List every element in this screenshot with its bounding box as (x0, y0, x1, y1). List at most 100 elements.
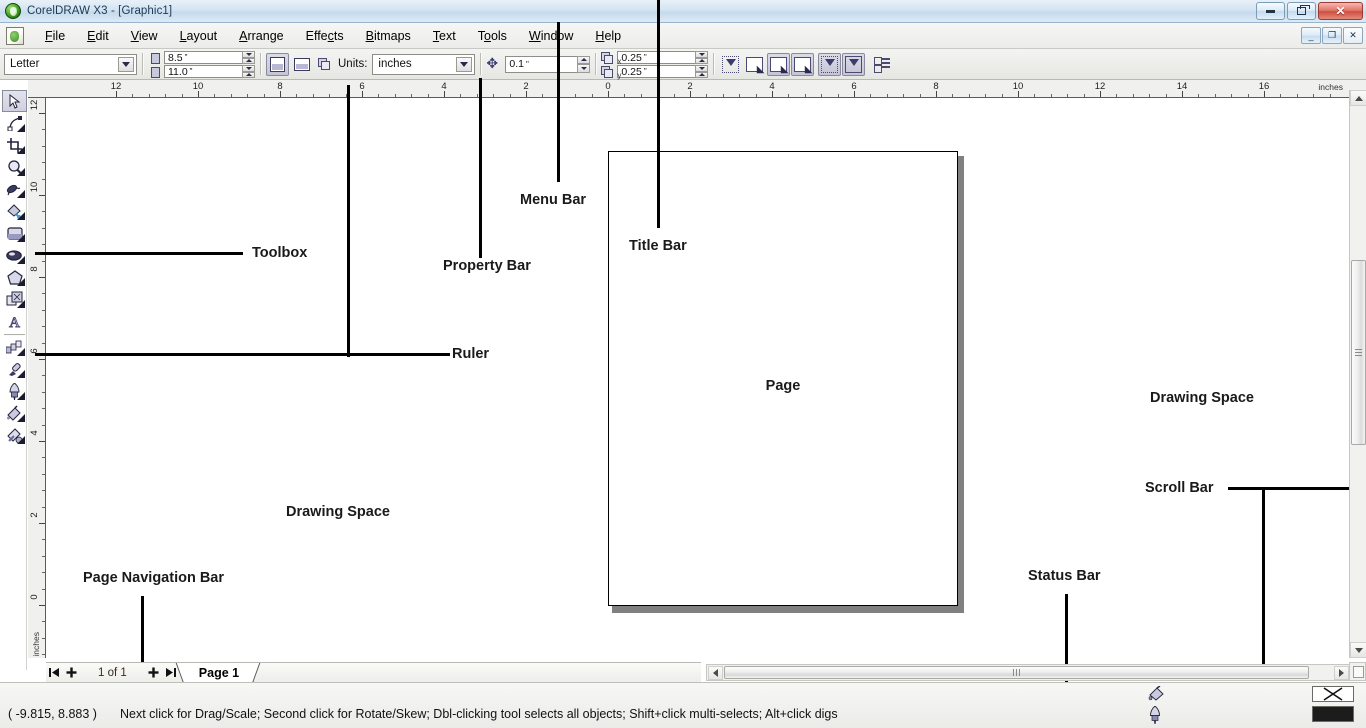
vertical-scroll-bar[interactable] (1349, 90, 1366, 658)
vertical-ruler[interactable]: inches 12 10 8 6 4 2 0 (28, 98, 46, 658)
flyout-arrow-icon[interactable] (17, 234, 25, 242)
flyout-arrow-icon[interactable] (17, 124, 25, 132)
menu-item-help[interactable]: Help (584, 26, 632, 46)
scroll-right-arrow[interactable] (1334, 666, 1349, 680)
flyout-arrow-icon[interactable] (17, 436, 25, 444)
menu-item-tools[interactable]: Tools (467, 26, 518, 46)
horizontal-scroll-thumb[interactable] (724, 666, 1309, 679)
scroll-left-arrow[interactable] (708, 666, 723, 680)
snap-to-objects-button[interactable] (767, 52, 791, 76)
add-page-before-button[interactable] (63, 664, 80, 682)
drawing-space[interactable]: Page (46, 98, 1342, 658)
page-setup-button[interactable] (314, 53, 337, 76)
freehand-tool[interactable] (2, 178, 27, 200)
flyout-arrow-icon[interactable] (17, 146, 25, 154)
horizontal-ruler-minor-tick (476, 94, 478, 97)
mdi-restore-button[interactable]: ❐ (1322, 27, 1342, 44)
basic-shapes-tool[interactable] (2, 288, 27, 310)
fill-color-swatch[interactable] (1312, 686, 1354, 702)
flyout-arrow-icon[interactable] (17, 212, 25, 220)
flyout-arrow-icon[interactable] (17, 190, 25, 198)
fill-bucket-icon[interactable] (1148, 685, 1166, 702)
page-tab-page-1[interactable]: Page 1 (182, 662, 254, 683)
close-button[interactable]: ✕ (1318, 2, 1363, 20)
paper-type-combo[interactable]: Letter (4, 53, 137, 75)
blend-tool[interactable] (2, 336, 27, 358)
page-height-icon (148, 66, 161, 78)
units-combo[interactable]: inches (372, 53, 476, 75)
horizontal-ruler-minor-tick (1280, 94, 1282, 97)
nudge-offset-stepper[interactable] (577, 55, 591, 73)
duplicate-x-stepper[interactable] (695, 51, 709, 64)
pick-tool[interactable] (2, 90, 27, 112)
menu-item-bitmaps[interactable]: Bitmaps (355, 26, 422, 46)
shape-tool[interactable] (2, 112, 27, 134)
menu-item-layout[interactable]: Layout (169, 26, 229, 46)
crop-tool[interactable] (2, 134, 27, 156)
text-tool[interactable]: A (2, 310, 27, 332)
interactive-fill-tool[interactable] (2, 424, 27, 446)
dynamic-guides-button[interactable] (791, 52, 815, 76)
add-page-after-button[interactable] (145, 664, 162, 682)
eyedropper-tool[interactable] (2, 358, 27, 380)
flyout-arrow-icon[interactable] (17, 414, 25, 422)
minimize-button[interactable] (1256, 2, 1285, 20)
menu-item-window[interactable]: Window (518, 26, 584, 46)
menu-item-file[interactable]: File (34, 26, 76, 46)
landscape-button[interactable] (290, 53, 313, 76)
page-width-input[interactable]: 8.5 " (164, 51, 242, 64)
snap-to-grid-button[interactable] (719, 53, 742, 76)
outline-tool[interactable] (2, 380, 27, 402)
treat-as-filled-button[interactable] (818, 52, 842, 76)
flyout-arrow-icon[interactable] (17, 278, 25, 286)
rectangle-tool[interactable] (2, 222, 27, 244)
menu-item-text[interactable]: Text (422, 26, 467, 46)
horizontal-ruler-minor-tick (1296, 94, 1298, 97)
outline-color-swatch[interactable] (1312, 706, 1354, 722)
horizontal-ruler-minor-tick (296, 94, 298, 97)
first-page-button[interactable] (46, 664, 63, 682)
polygon-tool[interactable] (2, 266, 27, 288)
vertical-scroll-thumb[interactable] (1351, 260, 1366, 445)
duplicate-y-stepper[interactable] (695, 65, 709, 78)
options-button[interactable] (870, 53, 893, 76)
marquee-select-button[interactable] (842, 52, 866, 76)
chevron-down-icon[interactable] (456, 56, 473, 72)
page-height-stepper[interactable] (242, 65, 255, 78)
horizontal-ruler-major-tick (116, 91, 117, 97)
duplicate-x-input[interactable]: 0.25 " (617, 51, 696, 64)
mdi-close-button[interactable]: ✕ (1343, 27, 1363, 44)
page-height-input[interactable]: 11.0 " (164, 65, 242, 78)
menu-item-effects[interactable]: Effects (295, 26, 355, 46)
portrait-button[interactable] (266, 52, 289, 76)
flyout-arrow-icon[interactable] (17, 300, 25, 308)
flyout-arrow-icon[interactable] (17, 348, 25, 356)
flyout-arrow-icon[interactable] (17, 392, 25, 400)
horizontal-ruler-minor-tick (411, 94, 413, 97)
zoom-tool[interactable] (2, 156, 27, 178)
mdi-minimize-button[interactable]: _ (1301, 27, 1321, 44)
smart-fill-tool[interactable] (2, 200, 27, 222)
chevron-down-icon[interactable] (118, 56, 134, 72)
flyout-arrow-icon[interactable] (17, 370, 25, 378)
duplicate-y-input[interactable]: 0.25 " (617, 65, 696, 78)
vertical-ruler-minor-tick (42, 326, 45, 328)
flyout-arrow-icon[interactable] (17, 256, 25, 264)
flyout-arrow-icon[interactable] (17, 168, 25, 176)
scroll-down-arrow[interactable] (1350, 642, 1366, 658)
nudge-offset-input[interactable]: 0.1 " (505, 55, 578, 73)
horizontal-ruler-minor-tick (1149, 94, 1151, 97)
menu-item-edit[interactable]: Edit (76, 26, 120, 46)
ellipse-tool[interactable] (2, 244, 27, 266)
horizontal-ruler[interactable]: inches 12 10 8 6 4 2 0 2 4 6 8 10 12 14 16 (30, 80, 1366, 98)
outline-pen-icon[interactable] (1148, 705, 1166, 724)
restore-button[interactable] (1287, 2, 1316, 20)
menu-item-arrange[interactable]: Arrange (228, 26, 294, 46)
scrollbar-corner-button[interactable] (1349, 662, 1366, 681)
horizontal-scroll-bar[interactable] (706, 664, 1351, 681)
snap-to-guidelines-button[interactable] (743, 53, 766, 76)
menu-item-view[interactable]: View (120, 26, 169, 46)
fill-tool[interactable] (2, 402, 27, 424)
page-width-stepper[interactable] (242, 51, 255, 64)
scroll-up-arrow[interactable] (1350, 90, 1366, 106)
